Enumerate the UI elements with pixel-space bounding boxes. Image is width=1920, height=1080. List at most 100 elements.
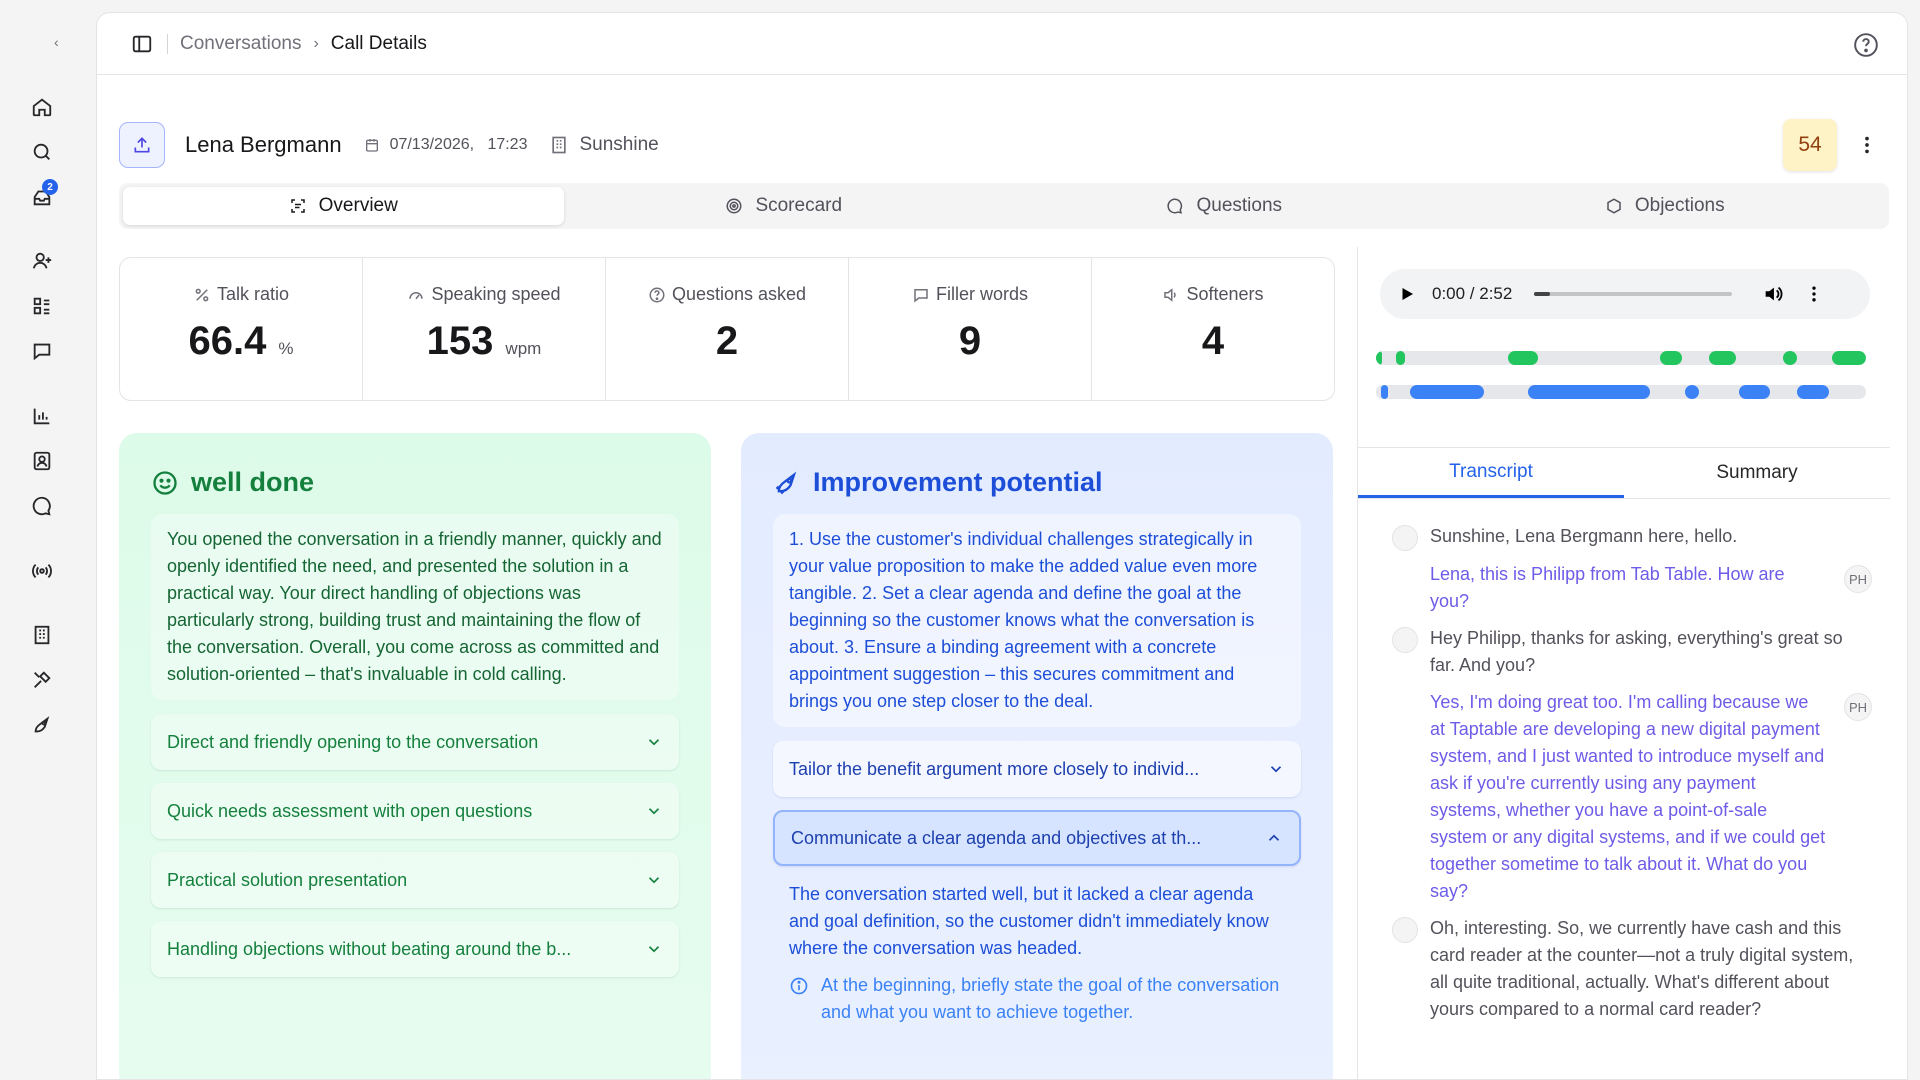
call-date: 07/13/2026,: [389, 136, 475, 153]
tab-questions[interactable]: Questions: [1004, 187, 1445, 225]
accordion-label: Direct and friendly opening to the conve…: [167, 731, 539, 752]
collapse-rail-icon[interactable]: ‹: [54, 34, 59, 50]
well-done-item[interactable]: Quick needs assessment with open questio…: [151, 783, 679, 839]
stat-value: 2: [715, 319, 739, 363]
well-done-item[interactable]: Handling objections without beating arou…: [151, 921, 679, 977]
chat-bubble-icon: [1167, 198, 1183, 214]
speech-segment[interactable]: [1410, 385, 1484, 399]
call-score-badge[interactable]: 54: [1783, 119, 1837, 171]
transcript: Sunshine, Lena Bergmann here, hello. Len…: [1392, 523, 1872, 1033]
bar-chart-icon[interactable]: [28, 402, 56, 430]
speech-segment[interactable]: [1660, 351, 1683, 365]
gauge-icon: [409, 291, 424, 299]
main-panel: Conversations › Call Details Lena Bergma…: [96, 12, 1908, 1080]
upload-icon: [134, 137, 150, 153]
tab-overview[interactable]: Overview: [123, 187, 564, 225]
speech-segment[interactable]: [1738, 385, 1771, 399]
card-title-text: well done: [191, 467, 315, 497]
avatar: [1392, 627, 1418, 653]
detail-text: The conversation started well, but it la…: [789, 884, 1269, 958]
rep-speech-track[interactable]: [1376, 385, 1866, 399]
more-options-icon[interactable]: [1855, 131, 1879, 159]
tab-scorecard[interactable]: Scorecard: [564, 187, 1005, 225]
speech-segment[interactable]: [1395, 351, 1406, 365]
company: Sunshine: [549, 134, 659, 156]
chevron-down-icon: [648, 739, 660, 746]
tab-transcript[interactable]: Transcript: [1358, 448, 1624, 498]
contact-card-icon[interactable]: [28, 447, 56, 475]
speech-segment[interactable]: [1709, 351, 1737, 365]
speech-segment[interactable]: [1380, 385, 1389, 399]
well-done-item[interactable]: Direct and friendly opening to the conve…: [151, 714, 679, 770]
percent-icon: [195, 288, 209, 301]
stat-label-row: Softeners: [1162, 284, 1264, 305]
stat-value: 153: [426, 319, 494, 363]
stat-softeners: Softeners 4: [1092, 258, 1334, 400]
tab-summary[interactable]: Summary: [1624, 448, 1890, 498]
audio-player: 0:00 / 2:52: [1380, 269, 1870, 319]
well-done-summary: You opened the conversation in a friendl…: [151, 514, 679, 700]
search-icon[interactable]: [28, 138, 56, 166]
play-icon[interactable]: [1398, 285, 1416, 303]
stat-unit: wpm: [505, 339, 542, 358]
avatar: PH: [1844, 693, 1872, 721]
well-done-item[interactable]: Practical solution presentation: [151, 852, 679, 908]
stat-value-row: 4: [1202, 319, 1224, 364]
improvement-item-open[interactable]: Communicate a clear agenda and objective…: [773, 810, 1301, 866]
chevron-up-icon: [1268, 834, 1280, 841]
message-text: Sunshine, Lena Bergmann here, hello.: [1430, 526, 1738, 546]
chat-icon[interactable]: [28, 492, 56, 520]
tab-label: Overview: [318, 195, 398, 216]
transcript-message: Hey Philipp, thanks for asking, everythi…: [1392, 625, 1872, 679]
tab-objections[interactable]: Objections: [1445, 187, 1886, 225]
more-options-icon[interactable]: [1804, 284, 1824, 304]
speech-segment[interactable]: [1527, 385, 1651, 399]
seek-bar[interactable]: [1534, 292, 1733, 296]
transcript-message: Yes, I'm doing great too. I'm calling be…: [1392, 689, 1872, 905]
avatar: [1392, 917, 1418, 943]
stat-value-row: 2: [716, 319, 738, 364]
speech-segment[interactable]: [1782, 351, 1798, 365]
volume-icon[interactable]: [1762, 283, 1784, 305]
speech-segment[interactable]: [1376, 351, 1382, 365]
message-icon[interactable]: [28, 337, 56, 365]
building-icon: [552, 136, 567, 154]
inbox-icon[interactable]: 2: [28, 179, 58, 211]
tools-icon[interactable]: [28, 666, 56, 694]
speech-segment[interactable]: [1684, 385, 1700, 399]
stat-label: Questions asked: [671, 284, 807, 304]
transcript-message: Oh, interesting. So, we currently have c…: [1392, 915, 1872, 1023]
notification-badge: 2: [42, 179, 58, 195]
help-icon[interactable]: [1853, 32, 1879, 58]
tab-label: Objections: [1634, 195, 1725, 216]
well-done-card: well done You opened the conversation in…: [119, 433, 711, 1079]
speech-segment[interactable]: [1508, 351, 1538, 365]
company-name: Sunshine: [579, 134, 659, 155]
building-icon[interactable]: [28, 621, 56, 649]
message-text: Yes, I'm doing great too. I'm calling be…: [1430, 692, 1826, 901]
message-text: Lena, this is Philipp from Tab Table. Ho…: [1430, 564, 1785, 611]
stat-value-row: 66.4%: [189, 319, 294, 364]
tip-text: At the beginning, briefly state the goal…: [821, 975, 1280, 1022]
speech-segment[interactable]: [1831, 351, 1866, 365]
upload-button[interactable]: [119, 122, 165, 168]
avatar: PH: [1844, 565, 1872, 593]
chevron-down-icon: [1270, 766, 1282, 773]
improvement-item[interactable]: Tailor the benefit argument more closely…: [773, 741, 1301, 797]
rocket-icon[interactable]: [28, 711, 56, 739]
transcript-message: Lena, this is Philipp from Tab Table. Ho…: [1392, 561, 1872, 615]
customer-speech-track[interactable]: [1376, 351, 1866, 365]
breadcrumb-conversations[interactable]: Conversations: [180, 33, 301, 55]
broadcast-icon[interactable]: [28, 557, 56, 585]
speech-segment[interactable]: [1797, 385, 1830, 399]
home-icon[interactable]: [28, 93, 56, 121]
list-icon[interactable]: [28, 292, 56, 320]
transcript-tabs: Transcript Summary: [1358, 447, 1890, 499]
tab-label: Questions: [1196, 195, 1283, 216]
card-title-text: Improvement potential: [813, 467, 1103, 497]
chevron-down-icon: [648, 808, 660, 815]
add-user-icon[interactable]: [28, 247, 56, 275]
sidebar-toggle-icon[interactable]: [131, 33, 153, 55]
stat-questions-asked: Questions asked 2: [606, 258, 849, 400]
player-time: 0:00 / 2:52: [1432, 284, 1513, 303]
